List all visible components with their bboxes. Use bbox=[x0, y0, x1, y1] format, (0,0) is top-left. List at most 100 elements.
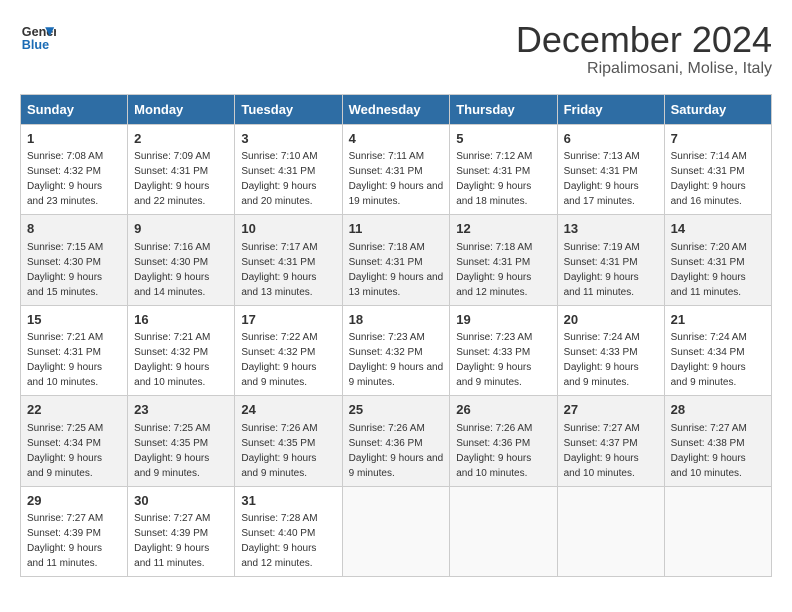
day-number: 17 bbox=[241, 311, 335, 329]
calendar-cell: 27 Sunrise: 7:27 AMSunset: 4:37 PMDayligh… bbox=[557, 396, 664, 487]
day-info: Sunrise: 7:17 AMSunset: 4:31 PMDaylight:… bbox=[241, 242, 317, 298]
day-info: Sunrise: 7:25 AMSunset: 4:35 PMDaylight:… bbox=[134, 423, 210, 479]
day-number: 9 bbox=[134, 220, 228, 238]
page-header: General Blue December 2024 Ripalimosani,… bbox=[20, 20, 772, 78]
day-info: Sunrise: 7:18 AMSunset: 4:31 PMDaylight:… bbox=[456, 242, 532, 298]
day-info: Sunrise: 7:26 AMSunset: 4:35 PMDaylight:… bbox=[241, 423, 317, 479]
day-info: Sunrise: 7:20 AMSunset: 4:31 PMDaylight:… bbox=[671, 242, 747, 298]
calendar-week-row: 15 Sunrise: 7:21 AMSunset: 4:31 PMDayligh… bbox=[21, 305, 772, 396]
logo: General Blue bbox=[20, 20, 56, 56]
day-info: Sunrise: 7:21 AMSunset: 4:31 PMDaylight:… bbox=[27, 332, 103, 388]
calendar-cell: 10 Sunrise: 7:17 AMSunset: 4:31 PMDayligh… bbox=[235, 215, 342, 306]
day-number: 6 bbox=[564, 130, 658, 148]
day-number: 4 bbox=[349, 130, 444, 148]
day-number: 19 bbox=[456, 311, 550, 329]
calendar-cell: 8Sunrise: 7:15 AMSunset: 4:30 PMDaylight… bbox=[21, 215, 128, 306]
page-title: December 2024 bbox=[516, 20, 772, 60]
svg-text:Blue: Blue bbox=[22, 38, 49, 52]
calendar-cell: 3Sunrise: 7:10 AMSunset: 4:31 PMDaylight… bbox=[235, 124, 342, 215]
day-number: 1 bbox=[27, 130, 121, 148]
day-number: 28 bbox=[671, 401, 765, 419]
day-number: 23 bbox=[134, 401, 228, 419]
calendar-cell: 31 Sunrise: 7:28 AMSunset: 4:40 PMDayligh… bbox=[235, 486, 342, 577]
weekday-header: Sunday bbox=[21, 94, 128, 124]
calendar-cell: 18 Sunrise: 7:23 AMSunset: 4:32 PMDayligh… bbox=[342, 305, 450, 396]
calendar-cell: 20Sunrise: 7:24 AMSunset: 4:33 PMDayligh… bbox=[557, 305, 664, 396]
calendar-cell: 28 Sunrise: 7:27 AMSunset: 4:38 PMDayligh… bbox=[664, 396, 771, 487]
day-info: Sunrise: 7:12 AMSunset: 4:31 PMDaylight:… bbox=[456, 151, 532, 207]
calendar-cell: 24 Sunrise: 7:26 AMSunset: 4:35 PMDayligh… bbox=[235, 396, 342, 487]
day-info: Sunrise: 7:18 AMSunset: 4:31 PMDaylight:… bbox=[349, 242, 444, 298]
day-number: 11 bbox=[349, 220, 444, 238]
calendar-cell bbox=[664, 486, 771, 577]
day-number: 18 bbox=[349, 311, 444, 329]
day-number: 27 bbox=[564, 401, 658, 419]
calendar-cell: 17 Sunrise: 7:22 AMSunset: 4:32 PMDayligh… bbox=[235, 305, 342, 396]
day-info: Sunrise: 7:11 AMSunset: 4:31 PMDaylight:… bbox=[349, 151, 444, 207]
day-info: Sunrise: 7:28 AMSunset: 4:40 PMDaylight:… bbox=[241, 513, 317, 569]
day-info: Sunrise: 7:27 AMSunset: 4:38 PMDaylight:… bbox=[671, 423, 747, 479]
calendar-header-row: SundayMondayTuesdayWednesdayThursdayFrid… bbox=[21, 94, 772, 124]
calendar-cell: 5 Sunrise: 7:12 AMSunset: 4:31 PMDaylight… bbox=[450, 124, 557, 215]
title-block: December 2024 Ripalimosani, Molise, Ital… bbox=[516, 20, 772, 78]
day-number: 5 bbox=[456, 130, 550, 148]
day-info: Sunrise: 7:21 AMSunset: 4:32 PMDaylight:… bbox=[134, 332, 210, 388]
weekday-header: Friday bbox=[557, 94, 664, 124]
calendar-cell: 1 Sunrise: 7:08 AMSunset: 4:32 PMDaylight… bbox=[21, 124, 128, 215]
calendar-cell bbox=[450, 486, 557, 577]
weekday-header: Monday bbox=[128, 94, 235, 124]
calendar-cell: 9 Sunrise: 7:16 AMSunset: 4:30 PMDaylight… bbox=[128, 215, 235, 306]
day-info: Sunrise: 7:27 AMSunset: 4:37 PMDaylight:… bbox=[564, 423, 640, 479]
calendar-week-row: 1 Sunrise: 7:08 AMSunset: 4:32 PMDaylight… bbox=[21, 124, 772, 215]
day-info: Sunrise: 7:09 AMSunset: 4:31 PMDaylight:… bbox=[134, 151, 210, 207]
calendar-cell bbox=[342, 486, 450, 577]
calendar-cell: 21Sunrise: 7:24 AMSunset: 4:34 PMDayligh… bbox=[664, 305, 771, 396]
day-info: Sunrise: 7:08 AMSunset: 4:32 PMDaylight:… bbox=[27, 151, 103, 207]
calendar-cell: 23 Sunrise: 7:25 AMSunset: 4:35 PMDayligh… bbox=[128, 396, 235, 487]
day-number: 15 bbox=[27, 311, 121, 329]
calendar-cell: 7 Sunrise: 7:14 AMSunset: 4:31 PMDaylight… bbox=[664, 124, 771, 215]
day-info: Sunrise: 7:16 AMSunset: 4:30 PMDaylight:… bbox=[134, 242, 210, 298]
weekday-header: Tuesday bbox=[235, 94, 342, 124]
calendar-week-row: 22 Sunrise: 7:25 AMSunset: 4:34 PMDayligh… bbox=[21, 396, 772, 487]
calendar-cell: 6 Sunrise: 7:13 AMSunset: 4:31 PMDaylight… bbox=[557, 124, 664, 215]
calendar-cell: 2 Sunrise: 7:09 AMSunset: 4:31 PMDaylight… bbox=[128, 124, 235, 215]
day-number: 8 bbox=[27, 220, 121, 238]
day-number: 7 bbox=[671, 130, 765, 148]
weekday-header: Wednesday bbox=[342, 94, 450, 124]
day-number: 22 bbox=[27, 401, 121, 419]
day-info: Sunrise: 7:27 AMSunset: 4:39 PMDaylight:… bbox=[27, 513, 103, 569]
calendar-cell: 16 Sunrise: 7:21 AMSunset: 4:32 PMDayligh… bbox=[128, 305, 235, 396]
calendar-cell: 12 Sunrise: 7:18 AMSunset: 4:31 PMDayligh… bbox=[450, 215, 557, 306]
calendar-cell: 14Sunrise: 7:20 AMSunset: 4:31 PMDayligh… bbox=[664, 215, 771, 306]
day-info: Sunrise: 7:26 AMSunset: 4:36 PMDaylight:… bbox=[349, 423, 444, 479]
calendar-cell: 15 Sunrise: 7:21 AMSunset: 4:31 PMDayligh… bbox=[21, 305, 128, 396]
day-number: 2 bbox=[134, 130, 228, 148]
calendar-cell: 22 Sunrise: 7:25 AMSunset: 4:34 PMDayligh… bbox=[21, 396, 128, 487]
day-number: 31 bbox=[241, 492, 335, 510]
day-number: 10 bbox=[241, 220, 335, 238]
calendar-cell bbox=[557, 486, 664, 577]
calendar-cell: 29Sunrise: 7:27 AMSunset: 4:39 PMDayligh… bbox=[21, 486, 128, 577]
day-info: Sunrise: 7:23 AMSunset: 4:32 PMDaylight:… bbox=[349, 332, 444, 388]
weekday-header: Thursday bbox=[450, 94, 557, 124]
calendar-cell: 26 Sunrise: 7:26 AMSunset: 4:36 PMDayligh… bbox=[450, 396, 557, 487]
day-info: Sunrise: 7:10 AMSunset: 4:31 PMDaylight:… bbox=[241, 151, 317, 207]
calendar-cell: 19Sunrise: 7:23 AMSunset: 4:33 PMDayligh… bbox=[450, 305, 557, 396]
day-info: Sunrise: 7:13 AMSunset: 4:31 PMDaylight:… bbox=[564, 151, 640, 207]
day-info: Sunrise: 7:24 AMSunset: 4:34 PMDaylight:… bbox=[671, 332, 747, 388]
day-info: Sunrise: 7:22 AMSunset: 4:32 PMDaylight:… bbox=[241, 332, 317, 388]
day-number: 26 bbox=[456, 401, 550, 419]
calendar-cell: 30Sunrise: 7:27 AMSunset: 4:39 PMDayligh… bbox=[128, 486, 235, 577]
day-number: 24 bbox=[241, 401, 335, 419]
calendar-cell: 11 Sunrise: 7:18 AMSunset: 4:31 PMDayligh… bbox=[342, 215, 450, 306]
day-number: 13 bbox=[564, 220, 658, 238]
day-info: Sunrise: 7:14 AMSunset: 4:31 PMDaylight:… bbox=[671, 151, 747, 207]
calendar-table: SundayMondayTuesdayWednesdayThursdayFrid… bbox=[20, 94, 772, 578]
day-info: Sunrise: 7:26 AMSunset: 4:36 PMDaylight:… bbox=[456, 423, 532, 479]
day-number: 16 bbox=[134, 311, 228, 329]
day-info: Sunrise: 7:19 AMSunset: 4:31 PMDaylight:… bbox=[564, 242, 640, 298]
day-number: 12 bbox=[456, 220, 550, 238]
day-info: Sunrise: 7:25 AMSunset: 4:34 PMDaylight:… bbox=[27, 423, 103, 479]
calendar-week-row: 29Sunrise: 7:27 AMSunset: 4:39 PMDayligh… bbox=[21, 486, 772, 577]
